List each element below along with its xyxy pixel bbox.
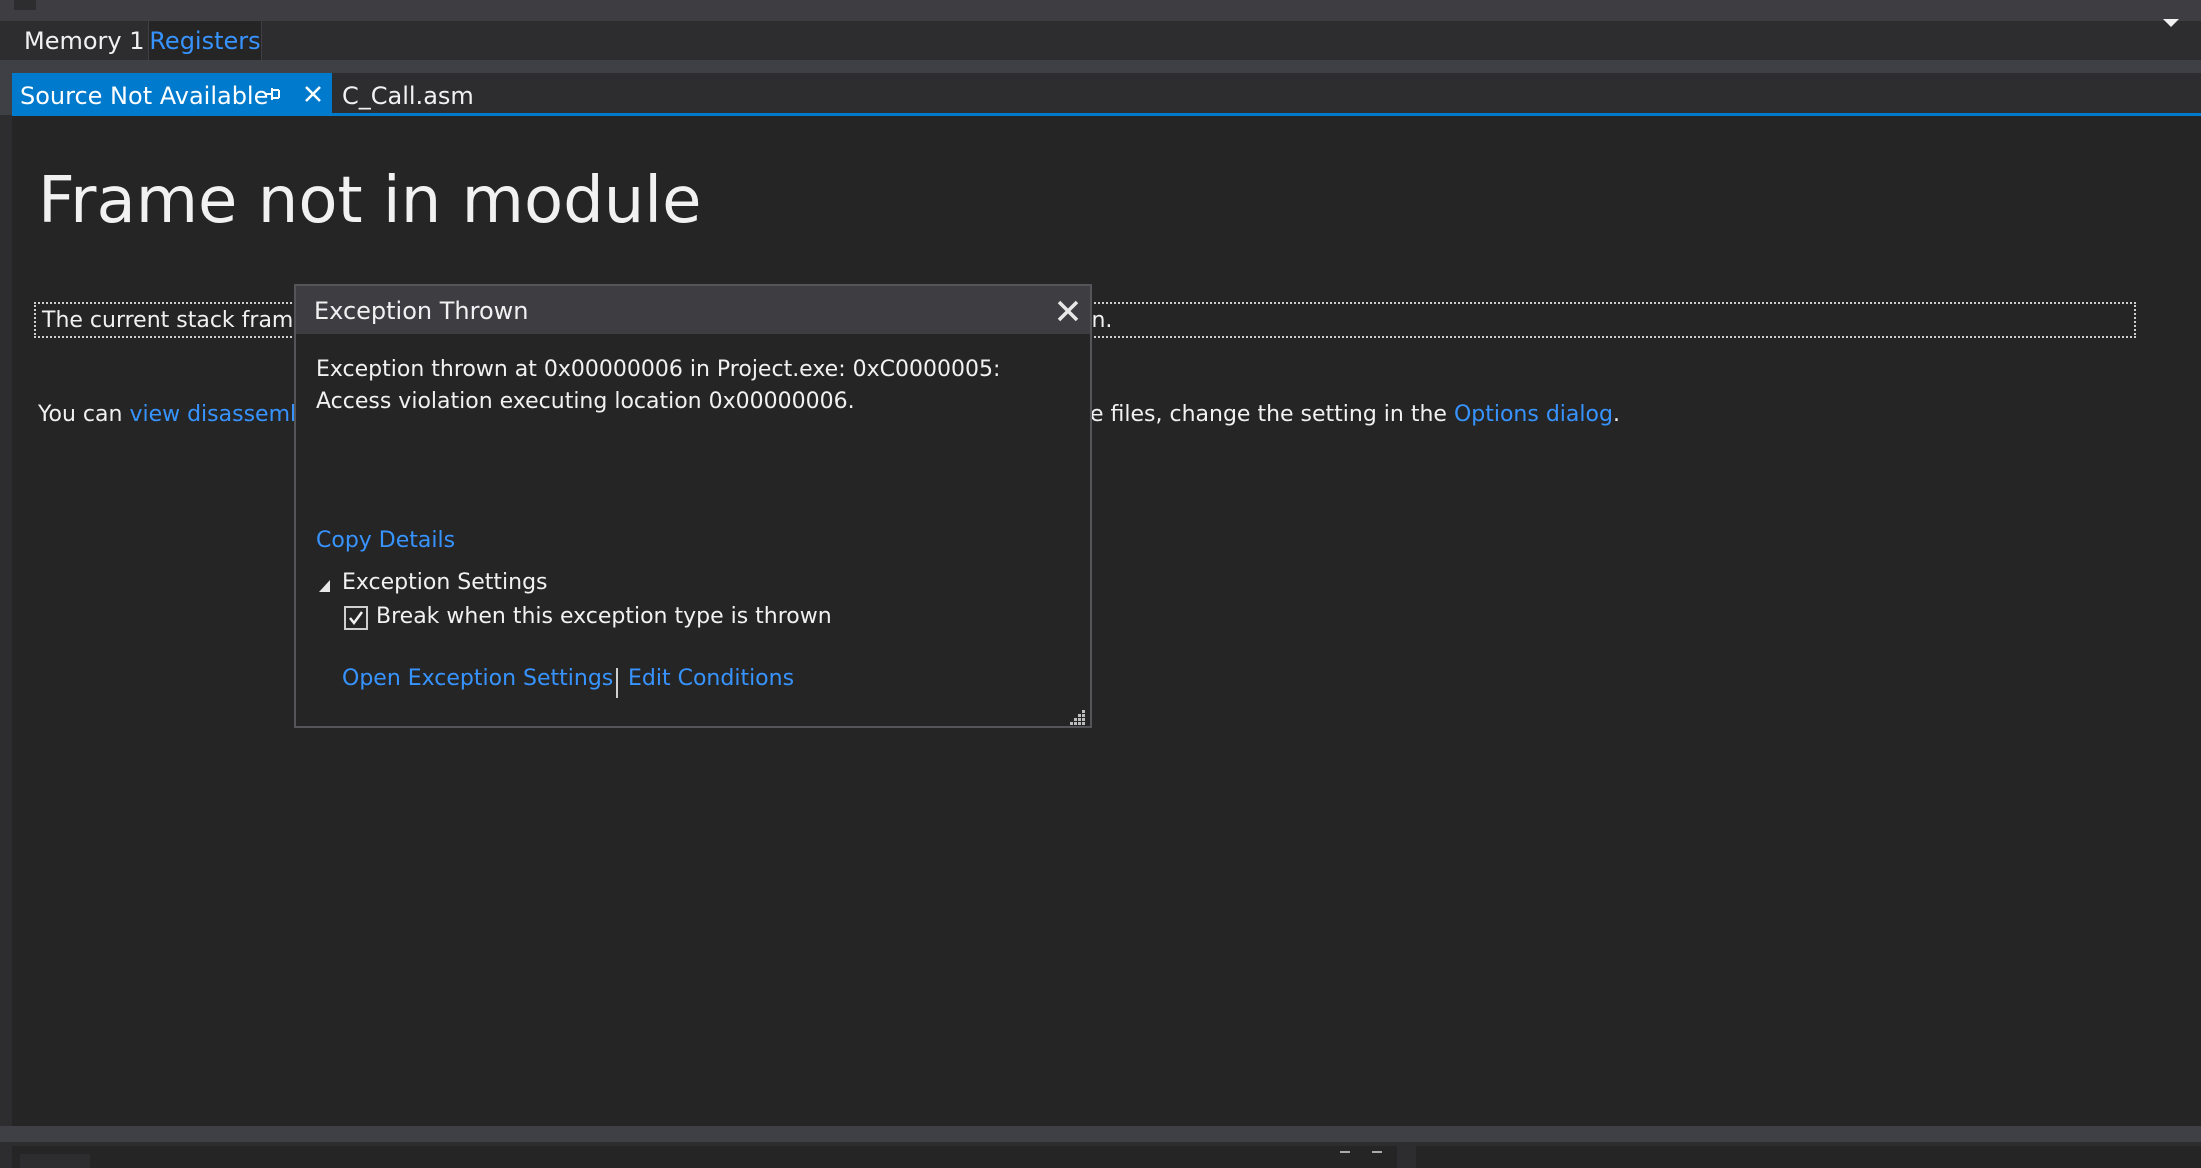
bottom-panels — [0, 1142, 2201, 1168]
close-icon[interactable] — [1056, 299, 1080, 323]
options-dialog-link[interactable]: Options dialog — [1454, 402, 1613, 427]
disassembly-line: You can view disassemb — [38, 402, 304, 427]
popup-header[interactable]: Exception Thrown — [296, 286, 1090, 334]
open-exception-settings-link[interactable]: Open Exception Settings — [342, 666, 613, 691]
link-divider — [616, 668, 618, 698]
tab-source-not-available[interactable]: Source Not Available — [12, 73, 332, 115]
tab-memory[interactable]: Memory 1 — [24, 21, 145, 60]
tab-c-call-asm[interactable]: C_Call.asm — [332, 73, 474, 115]
edit-conditions-link[interactable]: Edit Conditions — [628, 666, 794, 691]
separator-bar — [0, 60, 2201, 73]
you-can-text: You can — [38, 402, 123, 427]
popup-title: Exception Thrown — [314, 297, 529, 325]
change-setting-text: e files, change the setting in the — [1090, 402, 1447, 427]
break-checkbox-label[interactable]: Break when this exception type is thrown — [376, 604, 832, 629]
options-line: e files, change the setting in the Optio… — [1090, 402, 1620, 427]
chevron-down-icon[interactable] — [2160, 15, 2182, 29]
close-icon[interactable] — [300, 81, 326, 107]
pin-icon[interactable] — [262, 82, 286, 106]
view-disassembly-link[interactable]: view disassemb — [129, 402, 304, 427]
copy-details-link[interactable]: Copy Details — [316, 528, 455, 553]
tool-window-tabs: Memory 1 Registers — [0, 21, 2201, 60]
document-tab-strip: Source Not Available C_Call.asm — [0, 73, 2201, 115]
bottom-separator — [0, 1126, 2201, 1142]
exception-popup: Exception Thrown Exception thrown at 0x0… — [294, 284, 1092, 728]
period-text: . — [1612, 402, 1620, 427]
page-title: Frame not in module — [38, 164, 702, 238]
triangle-expanded-icon[interactable] — [318, 578, 332, 592]
resize-grip-icon[interactable] — [1066, 706, 1086, 726]
info-text: The current stack frame — [42, 308, 307, 333]
exception-settings-heading[interactable]: Exception Settings — [342, 570, 548, 595]
exception-message: Exception thrown at 0x00000006 in Projec… — [316, 357, 1001, 414]
top-strip — [0, 0, 2201, 21]
tab-registers[interactable]: Registers — [148, 21, 262, 60]
break-checkbox[interactable] — [344, 606, 368, 630]
